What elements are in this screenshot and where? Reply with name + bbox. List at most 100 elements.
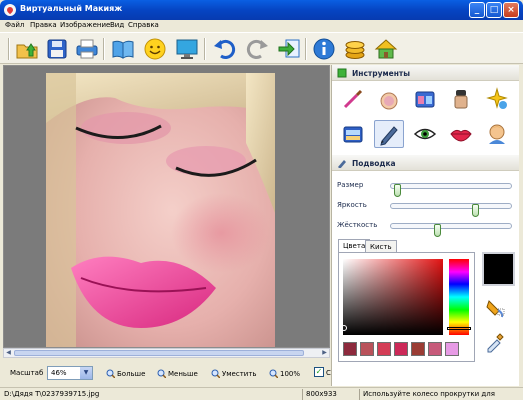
magnifier-minus-icon [157, 369, 166, 378]
status-divider [302, 389, 303, 400]
toolbar-separator [204, 38, 206, 60]
brightness-slider[interactable]: Яркость [337, 199, 515, 217]
horizontal-scrollbar[interactable]: ◀ ▶ [3, 348, 330, 358]
tab-brush[interactable]: Кисть [365, 240, 397, 252]
toolbar-separator [8, 38, 10, 60]
export-icon[interactable] [276, 36, 302, 62]
foundation-icon [454, 90, 468, 109]
eye-icon [413, 128, 437, 140]
color-swatch[interactable] [343, 342, 357, 356]
tool-eye[interactable] [410, 120, 440, 148]
zoom-label: Масштаб [10, 369, 44, 377]
hue-strip[interactable] [449, 259, 469, 335]
tool-sparkle[interactable] [482, 85, 512, 113]
color-swatch[interactable] [411, 342, 425, 356]
smiley-icon[interactable] [142, 36, 168, 62]
instruments-header[interactable]: Инструменты [332, 65, 520, 81]
fit-label: Уместить [222, 369, 257, 378]
brightness-track[interactable] [390, 203, 512, 217]
tool-lips[interactable] [446, 120, 476, 148]
eyedropper-icon[interactable] [484, 331, 506, 353]
brush-icon [343, 89, 363, 109]
save-icon[interactable] [44, 36, 70, 62]
color-swatch[interactable] [445, 342, 459, 356]
color-swatch[interactable] [360, 342, 374, 356]
hue-marker[interactable] [447, 327, 471, 330]
hardness-track[interactable] [390, 223, 512, 237]
zoom-in-label: Больше [117, 369, 146, 378]
hardness-slider[interactable]: Жёсткость [337, 219, 515, 237]
hardness-knob[interactable] [433, 224, 441, 237]
tools-panel: Инструменты Подводка Размер Яркость Жёст… [331, 65, 520, 386]
instruments-title: Инструменты [352, 69, 411, 78]
tool-foundation[interactable] [446, 85, 476, 113]
size-knob[interactable] [394, 184, 402, 197]
liner-header[interactable]: Подводка [332, 155, 520, 171]
actual-size-label: 100% [280, 369, 301, 378]
zoom-out-button[interactable]: Меньше [157, 369, 198, 378]
color-swatch[interactable] [377, 342, 391, 356]
palette-icon [415, 91, 435, 108]
fill-bucket-icon[interactable] [484, 297, 506, 319]
size-slider[interactable]: Размер [337, 179, 515, 197]
minimize-button[interactable]: _ [469, 2, 485, 18]
size-track[interactable] [390, 183, 512, 197]
fit-button[interactable]: Уместить [211, 369, 257, 378]
lips-icon [450, 129, 472, 142]
color-picker [338, 252, 475, 362]
color-swatch[interactable] [394, 342, 408, 356]
image-canvas[interactable] [3, 65, 330, 348]
monitor-icon[interactable] [174, 36, 200, 62]
menu-edit[interactable]: Правка [30, 21, 57, 29]
scroll-thumb[interactable] [14, 350, 304, 356]
liner-pencil-icon [338, 160, 346, 168]
undo-icon[interactable] [212, 36, 238, 62]
portrait-photo [46, 73, 275, 347]
panel-scrollbar[interactable] [519, 65, 523, 386]
tool-powder[interactable] [374, 85, 404, 113]
tool-brush[interactable] [338, 85, 368, 113]
book-icon[interactable] [110, 36, 136, 62]
actual-size-button[interactable]: 100% [269, 369, 300, 378]
toolbar-separator [305, 38, 307, 60]
redo-icon[interactable] [244, 36, 270, 62]
scroll-left-icon[interactable]: ◀ [4, 349, 13, 357]
fit-icon [211, 369, 220, 378]
chevron-down-icon[interactable]: ▼ [80, 367, 92, 379]
zoom-select[interactable]: 46% ▼ [47, 366, 93, 380]
color-swatch[interactable] [428, 342, 442, 356]
tool-palette[interactable] [410, 85, 440, 113]
maximize-button[interactable]: □ [486, 2, 502, 18]
status-file-path: D:\Дядя Т\0237939715.jpg [4, 390, 100, 398]
close-button[interactable]: × [503, 2, 519, 18]
scroll-right-icon[interactable]: ▶ [320, 349, 329, 357]
menu-help[interactable]: Справка [128, 21, 159, 29]
toolbar-separator [103, 38, 105, 60]
status-divider [359, 389, 360, 400]
menu-view[interactable]: Вид [110, 21, 124, 29]
pencil-icon [380, 126, 398, 146]
zoom-in-button[interactable]: Больше [106, 369, 145, 378]
tool-pencil[interactable] [374, 120, 404, 148]
info-icon[interactable] [311, 36, 337, 62]
color-marker[interactable] [341, 325, 347, 331]
open-folder-icon[interactable] [14, 36, 40, 62]
saturation-value-field[interactable] [343, 259, 443, 335]
hardness-label: Жёсткость [337, 221, 378, 229]
menu-file[interactable]: Файл [5, 21, 24, 29]
zoom-bar: Масштаб 46% ▼ Больше Меньше Уместить 100… [0, 360, 335, 386]
coins-icon[interactable] [342, 36, 368, 62]
tool-face[interactable] [482, 120, 512, 148]
magnifier-plus-icon [106, 369, 115, 378]
app-icon [4, 4, 16, 16]
actual-size-icon [269, 369, 278, 378]
current-color[interactable] [482, 252, 515, 286]
window-title: Виртуальный Макияж [20, 4, 123, 13]
print-icon[interactable] [74, 36, 100, 62]
home-icon[interactable] [373, 36, 399, 62]
brightness-knob[interactable] [471, 204, 479, 217]
main-toolbar [0, 32, 523, 64]
auto-checkbox[interactable]: ✓ [314, 367, 324, 377]
tool-eyeshadow[interactable] [338, 120, 368, 148]
menu-image[interactable]: Изображение [60, 21, 110, 29]
